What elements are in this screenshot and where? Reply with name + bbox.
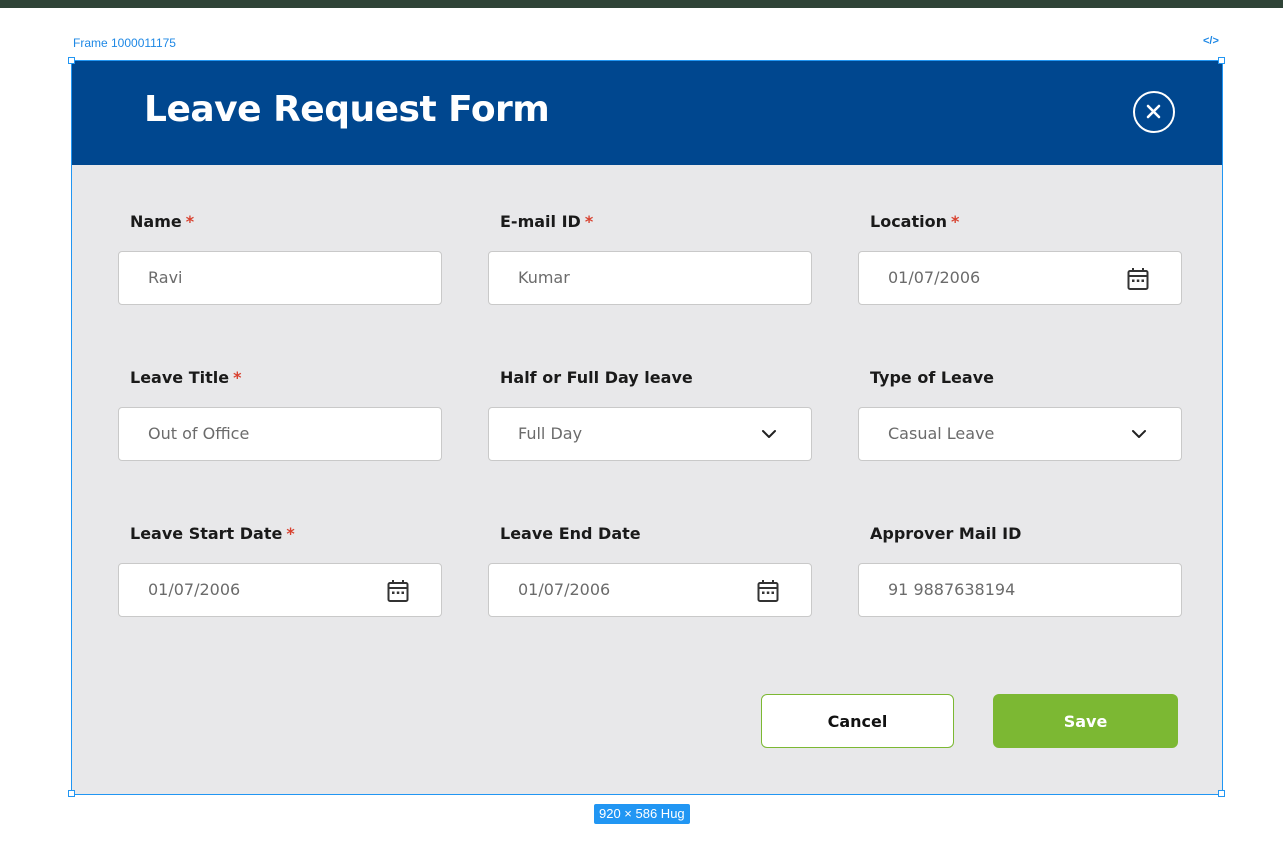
close-icon (1146, 104, 1161, 119)
end-date-field[interactable]: 01/07/2006 (488, 563, 812, 617)
calendar-icon[interactable] (757, 579, 779, 603)
field-label-text: Location (870, 212, 947, 231)
leave-type-value: Casual Leave (888, 424, 995, 443)
field-label-text: Leave Title (130, 368, 230, 387)
save-button[interactable]: Save (993, 694, 1178, 748)
resize-handle[interactable] (1218, 57, 1225, 64)
day-type-select[interactable]: Full Day (488, 407, 812, 461)
approver-value: 91 9887638194 (888, 580, 1016, 599)
day-type-value: Full Day (518, 424, 583, 443)
name-value: Ravi (148, 268, 183, 287)
cancel-button[interactable]: Cancel (761, 694, 954, 748)
leave-title-field[interactable]: Out of Office (118, 407, 442, 461)
field-label-text: Half or Full Day leave (500, 368, 693, 387)
field-label-text: E-mail ID (500, 212, 581, 231)
location-field[interactable]: 01/07/2006 (858, 251, 1182, 305)
code-icon[interactable]: </> (1203, 35, 1219, 47)
resize-handle[interactable] (1218, 790, 1225, 797)
size-badge: 920 × 586 Hug (594, 804, 690, 824)
required-marker: * (233, 368, 242, 387)
chevron-down-icon (762, 430, 776, 438)
end-date-label: Leave End Date (500, 524, 641, 543)
email-label: E-mail ID * (500, 212, 593, 231)
form-header: Leave Request Form (72, 61, 1222, 165)
leave-type-label: Type of Leave (870, 368, 994, 387)
end-date-value: 01/07/2006 (518, 580, 611, 599)
approver-label: Approver Mail ID (870, 524, 1021, 543)
chevron-down-icon (1132, 430, 1146, 438)
field-label-text: Approver Mail ID (870, 524, 1022, 543)
leave-type-select[interactable]: Casual Leave (858, 407, 1182, 461)
field-label-text: Leave End Date (500, 524, 641, 543)
leave-request-form-frame: Leave Request Form Name * Ravi E-mail ID *… (68, 57, 1225, 797)
close-button[interactable] (1133, 91, 1175, 133)
start-date-label: Leave Start Date * (130, 524, 295, 543)
frame-label[interactable]: Frame 1000011175 (73, 36, 176, 50)
leave-title-value: Out of Office (148, 424, 250, 443)
start-date-field[interactable]: 01/07/2006 (118, 563, 442, 617)
resize-handle[interactable] (68, 790, 75, 797)
location-label: Location * (870, 212, 959, 231)
required-marker: * (950, 212, 960, 231)
field-label-text: Leave Start Date (130, 524, 283, 543)
required-marker: * (185, 212, 195, 231)
name-field[interactable]: Ravi (118, 251, 442, 305)
email-field[interactable]: Kumar (488, 251, 812, 305)
form-title: Leave Request Form (144, 89, 550, 130)
resize-handle[interactable] (68, 57, 75, 64)
location-value: 01/07/2006 (888, 268, 981, 287)
name-label: Name * (130, 212, 194, 231)
calendar-icon[interactable] (387, 579, 409, 603)
field-label-text: Name (130, 212, 182, 231)
email-value: Kumar (518, 268, 570, 287)
day-type-label: Half or Full Day leave (500, 368, 693, 387)
start-date-value: 01/07/2006 (148, 580, 241, 599)
leave-title-label: Leave Title * (130, 368, 241, 387)
required-marker: * (286, 524, 295, 543)
calendar-icon[interactable] (1127, 267, 1149, 291)
approver-field[interactable]: 91 9887638194 (858, 563, 1182, 617)
top-bar (0, 0, 1283, 8)
required-marker: * (584, 212, 594, 231)
field-label-text: Type of Leave (870, 368, 994, 387)
